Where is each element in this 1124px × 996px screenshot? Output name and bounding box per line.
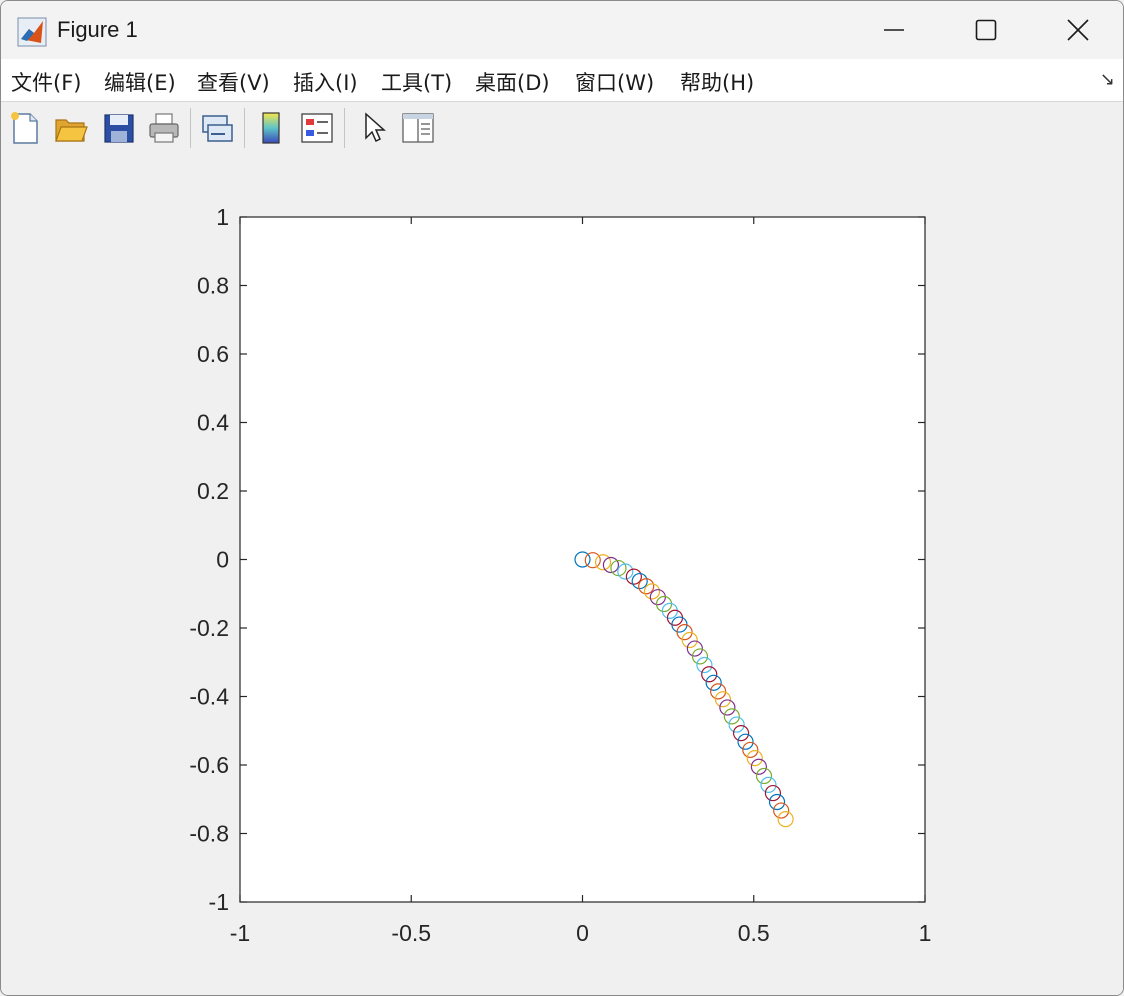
minimize-button[interactable]: [847, 1, 939, 59]
menu-file[interactable]: 文件(F): [11, 67, 81, 97]
menu-desktop[interactable]: 桌面(D): [475, 67, 550, 97]
edit-plot-pointer-icon: [365, 112, 386, 143]
x-tick-label: 0.5: [738, 920, 770, 946]
y-tick-label: -0.4: [189, 684, 229, 710]
x-tick-label: 1: [919, 920, 932, 946]
minimize-icon: [884, 29, 904, 31]
y-tick-label: 0.6: [197, 341, 229, 367]
window-title: Figure 1: [57, 17, 138, 42]
figure-window: Figure 1 文件(F) 编辑(E) 查看(V) 插入(I) 工具(T) 桌…: [0, 0, 1124, 996]
y-tick-label: -0.2: [189, 615, 229, 641]
new-figure-icon: [11, 112, 38, 144]
y-tick-label: -0.8: [189, 821, 229, 847]
print-icon: [149, 113, 179, 143]
save-button[interactable]: [101, 110, 137, 146]
scatter-chart: -1 -0.5 0 0.5 1 1 0.8 0.6 0.4 0.2 0 -0.2 -0.4 -0.6 -0…: [189, 204, 932, 946]
close-icon: [1067, 19, 1089, 41]
property-inspector-icon: [402, 113, 434, 143]
figure-toolbar: [1, 101, 1123, 155]
y-tick-label: 1: [216, 204, 229, 230]
menu-edit[interactable]: 编辑(E): [104, 67, 176, 97]
menu-help[interactable]: 帮助(H): [680, 67, 754, 97]
y-tick-label: -1: [209, 889, 229, 915]
matlab-logo-icon: [17, 17, 47, 47]
open-file-icon: [55, 119, 88, 142]
close-button[interactable]: [1031, 1, 1123, 59]
menu-tools[interactable]: 工具(T): [381, 67, 452, 97]
toolbar-separator: [190, 108, 191, 148]
insert-colorbar-icon: [262, 112, 280, 144]
menu-view[interactable]: 查看(V): [197, 67, 270, 97]
toolbar-separator: [344, 108, 345, 148]
figure-canvas[interactable]: -1 -0.5 0 0.5 1 1 0.8 0.6 0.4 0.2 0 -0.2 -0.4 -0.6 -0…: [1, 154, 1123, 995]
menu-insert[interactable]: 插入(I): [293, 67, 358, 97]
menu-bar: 文件(F) 编辑(E) 查看(V) 插入(I) 工具(T) 桌面(D) 窗口(W…: [1, 59, 1123, 101]
maximize-icon: [975, 19, 997, 41]
link-plot-icon: [202, 115, 233, 142]
insert-colorbar-button[interactable]: [253, 110, 289, 146]
maximize-button[interactable]: [939, 1, 1031, 59]
y-tick-label: 0: [216, 547, 229, 573]
link-plot-button[interactable]: [199, 110, 235, 146]
y-tick-label: 0.8: [197, 273, 229, 299]
toolbar-separator: [244, 108, 245, 148]
dock-arrow-icon[interactable]: ↘: [1100, 69, 1115, 90]
property-inspector-button[interactable]: [400, 110, 436, 146]
insert-legend-icon: [301, 113, 333, 143]
x-tick-label: 0: [576, 920, 589, 946]
menu-window[interactable]: 窗口(W): [575, 67, 654, 97]
save-icon: [104, 114, 134, 143]
edit-plot-button[interactable]: [356, 110, 392, 146]
y-tick-label: 0.4: [197, 410, 229, 436]
x-tick-label: -0.5: [391, 920, 431, 946]
y-tick-label: -0.6: [189, 752, 229, 778]
open-file-button[interactable]: [53, 110, 89, 146]
x-tick-label: -1: [230, 920, 250, 946]
title-bar[interactable]: Figure 1: [1, 1, 1123, 59]
y-tick-label: 0.2: [197, 478, 229, 504]
axes-background[interactable]: [240, 217, 925, 902]
new-figure-button[interactable]: [7, 110, 43, 146]
print-button[interactable]: [146, 110, 182, 146]
insert-legend-button[interactable]: [299, 110, 335, 146]
